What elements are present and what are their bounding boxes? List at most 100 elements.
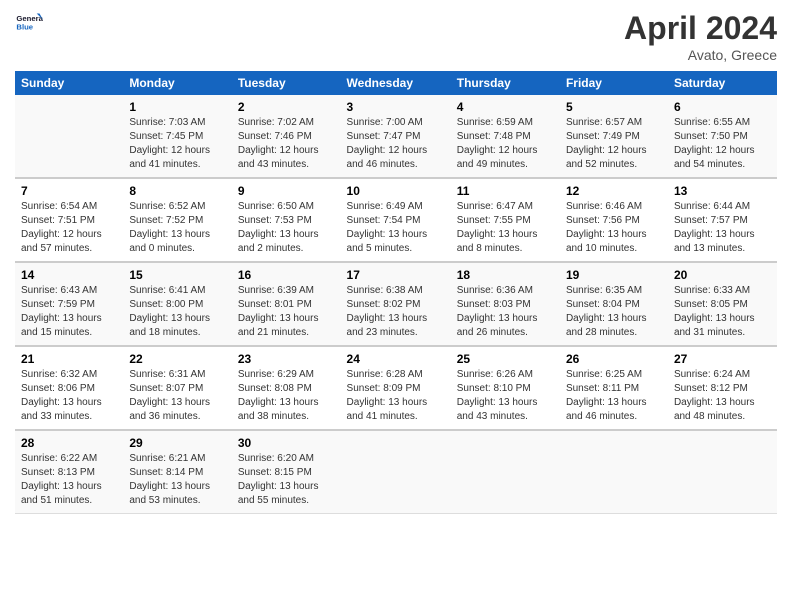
calendar-cell: 30 Sunrise: 6:20 AM Sunset: 8:15 PM Dayli… xyxy=(232,430,341,514)
table-row: 1 Sunrise: 7:03 AM Sunset: 7:45 PM Daylig… xyxy=(15,95,777,178)
day-number: 11 xyxy=(457,184,554,198)
month-title: April 2024 xyxy=(624,10,777,47)
day-info: Sunrise: 6:36 AM Sunset: 8:03 PM Dayligh… xyxy=(457,284,554,340)
calendar-cell: 19 Sunrise: 6:35 AM Sunset: 8:04 PM Dayli… xyxy=(560,262,668,346)
calendar-cell: 15 Sunrise: 6:41 AM Sunset: 8:00 PM Dayli… xyxy=(123,262,232,346)
day-info: Sunrise: 6:32 AM Sunset: 8:06 PM Dayligh… xyxy=(21,368,117,424)
page-container: GeneralBlue April 2024 Avato, Greece Sun… xyxy=(0,0,792,524)
svg-text:Blue: Blue xyxy=(16,23,33,32)
day-info: Sunrise: 6:59 AM Sunset: 7:48 PM Dayligh… xyxy=(457,116,554,172)
logo-icon: GeneralBlue xyxy=(15,10,43,38)
calendar-cell xyxy=(451,430,560,514)
day-number: 22 xyxy=(129,352,226,366)
day-info: Sunrise: 6:57 AM Sunset: 7:49 PM Dayligh… xyxy=(566,116,662,172)
day-number: 5 xyxy=(566,100,662,114)
col-wednesday: Wednesday xyxy=(341,71,451,95)
header-row: Sunday Monday Tuesday Wednesday Thursday… xyxy=(15,71,777,95)
calendar-cell: 9Sunrise: 6:50 AM Sunset: 7:53 PM Daylig… xyxy=(232,178,341,262)
day-number: 6 xyxy=(674,100,771,114)
day-number: 15 xyxy=(129,268,226,282)
day-number: 9 xyxy=(238,184,335,198)
day-number: 14 xyxy=(21,268,117,282)
calendar-cell: 14 Sunrise: 6:43 AM Sunset: 7:59 PM Dayli… xyxy=(15,262,123,346)
day-info: Sunrise: 6:52 AM Sunset: 7:52 PM Dayligh… xyxy=(129,200,226,256)
day-info: Sunrise: 6:20 AM Sunset: 8:15 PM Dayligh… xyxy=(238,452,335,508)
day-number: 8 xyxy=(129,184,226,198)
day-number: 16 xyxy=(238,268,335,282)
day-number: 30 xyxy=(238,436,335,450)
day-number: 13 xyxy=(674,184,771,198)
calendar-cell: 1 Sunrise: 7:03 AM Sunset: 7:45 PM Daylig… xyxy=(123,95,232,178)
day-info: Sunrise: 6:49 AM Sunset: 7:54 PM Dayligh… xyxy=(347,200,445,256)
table-row: 14 Sunrise: 6:43 AM Sunset: 7:59 PM Dayli… xyxy=(15,262,777,346)
day-number: 23 xyxy=(238,352,335,366)
day-info: Sunrise: 7:02 AM Sunset: 7:46 PM Dayligh… xyxy=(238,116,335,172)
title-section: April 2024 Avato, Greece xyxy=(624,10,777,63)
calendar-cell: 21 Sunrise: 6:32 AM Sunset: 8:06 PM Dayli… xyxy=(15,346,123,430)
location: Avato, Greece xyxy=(624,47,777,63)
day-info: Sunrise: 6:28 AM Sunset: 8:09 PM Dayligh… xyxy=(347,368,445,424)
calendar-cell: 18 Sunrise: 6:36 AM Sunset: 8:03 PM Dayli… xyxy=(451,262,560,346)
calendar-cell: 8 Sunrise: 6:52 AM Sunset: 7:52 PM Daylig… xyxy=(123,178,232,262)
col-tuesday: Tuesday xyxy=(232,71,341,95)
day-number: 25 xyxy=(457,352,554,366)
day-info: Sunrise: 6:43 AM Sunset: 7:59 PM Dayligh… xyxy=(21,284,117,340)
day-number: 28 xyxy=(21,436,117,450)
day-number: 2 xyxy=(238,100,335,114)
day-info: Sunrise: 6:21 AM Sunset: 8:14 PM Dayligh… xyxy=(129,452,226,508)
page-header: GeneralBlue April 2024 Avato, Greece xyxy=(15,10,777,63)
table-row: 21 Sunrise: 6:32 AM Sunset: 8:06 PM Dayli… xyxy=(15,346,777,430)
col-sunday: Sunday xyxy=(15,71,123,95)
day-info: Sunrise: 6:39 AM Sunset: 8:01 PM Dayligh… xyxy=(238,284,335,340)
calendar-cell xyxy=(560,430,668,514)
day-info: Sunrise: 7:00 AM Sunset: 7:47 PM Dayligh… xyxy=(347,116,445,172)
day-number: 12 xyxy=(566,184,662,198)
day-number: 18 xyxy=(457,268,554,282)
day-info: Sunrise: 6:47 AM Sunset: 7:55 PM Dayligh… xyxy=(457,200,554,256)
day-info: Sunrise: 6:26 AM Sunset: 8:10 PM Dayligh… xyxy=(457,368,554,424)
calendar-cell xyxy=(15,95,123,178)
day-info: Sunrise: 6:35 AM Sunset: 8:04 PM Dayligh… xyxy=(566,284,662,340)
col-friday: Friday xyxy=(560,71,668,95)
calendar-cell: 6 Sunrise: 6:55 AM Sunset: 7:50 PM Daylig… xyxy=(668,95,777,178)
col-thursday: Thursday xyxy=(451,71,560,95)
calendar-cell: 4Sunrise: 6:59 AM Sunset: 7:48 PM Daylig… xyxy=(451,95,560,178)
day-info: Sunrise: 7:03 AM Sunset: 7:45 PM Dayligh… xyxy=(129,116,226,172)
table-row: 28 Sunrise: 6:22 AM Sunset: 8:13 PM Dayli… xyxy=(15,430,777,514)
calendar-cell: 5 Sunrise: 6:57 AM Sunset: 7:49 PM Daylig… xyxy=(560,95,668,178)
day-info: Sunrise: 6:46 AM Sunset: 7:56 PM Dayligh… xyxy=(566,200,662,256)
calendar-cell: 20Sunrise: 6:33 AM Sunset: 8:05 PM Dayli… xyxy=(668,262,777,346)
day-info: Sunrise: 6:55 AM Sunset: 7:50 PM Dayligh… xyxy=(674,116,771,172)
day-info: Sunrise: 6:22 AM Sunset: 8:13 PM Dayligh… xyxy=(21,452,117,508)
calendar-cell: 16 Sunrise: 6:39 AM Sunset: 8:01 PM Dayli… xyxy=(232,262,341,346)
day-info: Sunrise: 6:44 AM Sunset: 7:57 PM Dayligh… xyxy=(674,200,771,256)
day-info: Sunrise: 6:54 AM Sunset: 7:51 PM Dayligh… xyxy=(21,200,117,256)
calendar-cell: 10Sunrise: 6:49 AM Sunset: 7:54 PM Dayli… xyxy=(341,178,451,262)
calendar-cell: 25 Sunrise: 6:26 AM Sunset: 8:10 PM Dayli… xyxy=(451,346,560,430)
calendar-cell: 13 Sunrise: 6:44 AM Sunset: 7:57 PM Dayli… xyxy=(668,178,777,262)
day-number: 27 xyxy=(674,352,771,366)
day-number: 1 xyxy=(129,100,226,114)
day-number: 29 xyxy=(129,436,226,450)
day-number: 26 xyxy=(566,352,662,366)
day-info: Sunrise: 6:41 AM Sunset: 8:00 PM Dayligh… xyxy=(129,284,226,340)
calendar-cell: 28 Sunrise: 6:22 AM Sunset: 8:13 PM Dayli… xyxy=(15,430,123,514)
table-row: 7 Sunrise: 6:54 AM Sunset: 7:51 PM Daylig… xyxy=(15,178,777,262)
calendar-table: Sunday Monday Tuesday Wednesday Thursday… xyxy=(15,71,777,514)
calendar-cell: 7 Sunrise: 6:54 AM Sunset: 7:51 PM Daylig… xyxy=(15,178,123,262)
calendar-cell: 24 Sunrise: 6:28 AM Sunset: 8:09 PM Dayli… xyxy=(341,346,451,430)
day-info: Sunrise: 6:38 AM Sunset: 8:02 PM Dayligh… xyxy=(347,284,445,340)
calendar-cell: 29 Sunrise: 6:21 AM Sunset: 8:14 PM Dayli… xyxy=(123,430,232,514)
day-info: Sunrise: 6:29 AM Sunset: 8:08 PM Dayligh… xyxy=(238,368,335,424)
day-number: 7 xyxy=(21,184,117,198)
calendar-cell: 27Sunrise: 6:24 AM Sunset: 8:12 PM Dayli… xyxy=(668,346,777,430)
col-monday: Monday xyxy=(123,71,232,95)
day-number: 24 xyxy=(347,352,445,366)
day-number: 19 xyxy=(566,268,662,282)
calendar-cell: 22 Sunrise: 6:31 AM Sunset: 8:07 PM Dayli… xyxy=(123,346,232,430)
day-info: Sunrise: 6:31 AM Sunset: 8:07 PM Dayligh… xyxy=(129,368,226,424)
day-number: 21 xyxy=(21,352,117,366)
calendar-cell: 2 Sunrise: 7:02 AM Sunset: 7:46 PM Daylig… xyxy=(232,95,341,178)
calendar-cell: 17Sunrise: 6:38 AM Sunset: 8:02 PM Dayli… xyxy=(341,262,451,346)
calendar-cell: 23 Sunrise: 6:29 AM Sunset: 8:08 PM Dayli… xyxy=(232,346,341,430)
